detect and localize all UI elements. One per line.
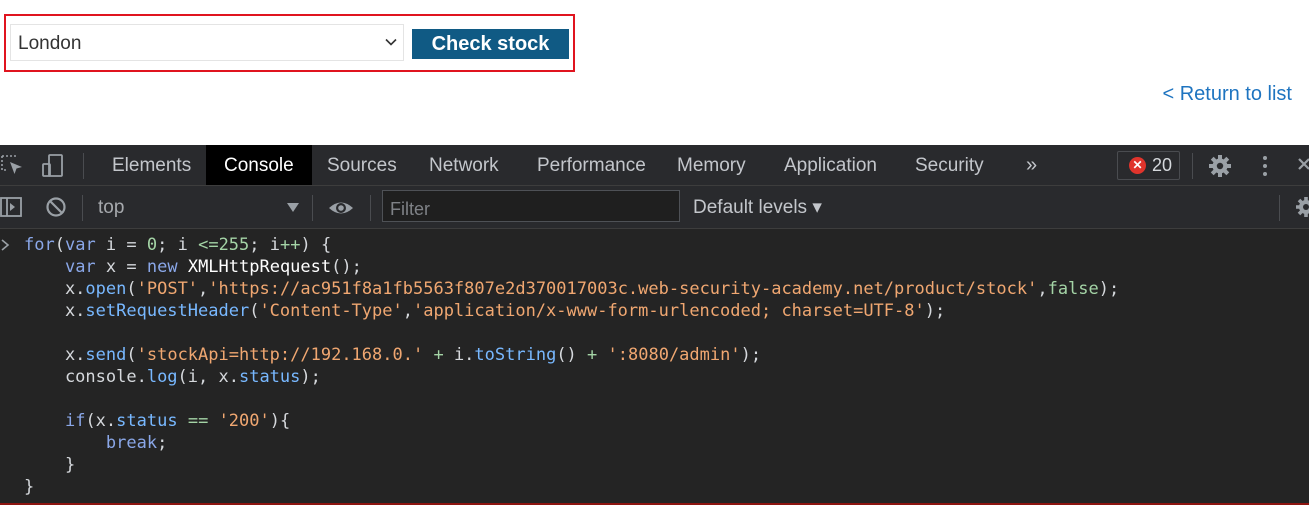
tab-application[interactable]: Application (784, 145, 877, 185)
check-stock-button[interactable]: Check stock (412, 29, 569, 59)
tab-memory[interactable]: Memory (677, 145, 746, 185)
divider (1279, 195, 1280, 221)
gear-icon[interactable] (1207, 153, 1233, 179)
code-line: x.setRequestHeader('Content-Type','appli… (24, 301, 946, 321)
divider (83, 153, 84, 179)
tab-elements[interactable]: Elements (112, 145, 191, 185)
code-line: if(x.status == '200'){ (64, 411, 291, 431)
code-line: for(var i = 0; i <=255; i++) { (24, 235, 332, 255)
devtools-tabbar: Elements Console Sources Network Perform… (0, 145, 1309, 186)
error-count: 20 (1152, 155, 1173, 175)
console-output[interactable]: for(var i = 0; i <=255; i++) { var x = n… (0, 230, 1309, 505)
close-icon[interactable] (1294, 153, 1309, 179)
caret-down-icon (287, 203, 299, 212)
divider (312, 195, 313, 221)
return-to-list-link[interactable]: < Return to list (1162, 83, 1292, 106)
eye-icon[interactable] (328, 195, 354, 221)
tab-console[interactable]: Console (206, 145, 312, 185)
error-count-badge[interactable]: ✕ 20 (1117, 151, 1180, 180)
sidebar-toggle-icon[interactable] (0, 195, 24, 219)
code-line: } (24, 477, 35, 497)
divider (370, 195, 371, 221)
filter-placeholder: Filter (390, 199, 430, 219)
more-tabs-button[interactable]: » (1026, 145, 1037, 185)
clear-console-icon[interactable] (44, 195, 68, 219)
console-input-code[interactable]: for(var i = 0; i <=255; i++) { var x = n… (24, 234, 1119, 498)
console-toolbar: top Filter Default levels ▾ (0, 186, 1309, 229)
context-selector[interactable]: top (98, 186, 124, 228)
tab-network[interactable]: Network (429, 145, 499, 185)
log-levels-dropdown[interactable]: Default levels ▾ (693, 186, 822, 228)
code-line: x.send('stockApi=http://192.168.0.' + i.… (24, 345, 762, 365)
code-line: x.open('POST','https://ac951f8a1fb5563f8… (24, 279, 1120, 299)
chevron-down-icon (385, 38, 397, 46)
error-icon: ✕ (1129, 157, 1146, 174)
code-line: } (24, 455, 76, 475)
chevron-right-icon (1, 239, 10, 251)
devtools-panel: Elements Console Sources Network Perform… (0, 145, 1309, 505)
divider (82, 195, 83, 221)
code-line: break; (105, 433, 168, 453)
tab-security[interactable]: Security (915, 145, 984, 185)
code-line: console.log(i, x.status); (24, 367, 321, 387)
inspect-element-icon[interactable] (0, 153, 26, 179)
console-settings-icon[interactable] (1294, 195, 1309, 219)
location-select[interactable]: London (10, 24, 404, 61)
tab-performance[interactable]: Performance (537, 145, 646, 185)
location-select-value: London (18, 33, 82, 54)
code-line: var x = new XMLHttpRequest(); (64, 257, 362, 277)
device-toggle-icon[interactable] (40, 153, 66, 179)
tab-sources[interactable]: Sources (327, 145, 397, 185)
divider (1192, 153, 1193, 179)
kebab-menu-icon[interactable] (1252, 153, 1278, 179)
filter-input[interactable]: Filter (382, 190, 680, 222)
